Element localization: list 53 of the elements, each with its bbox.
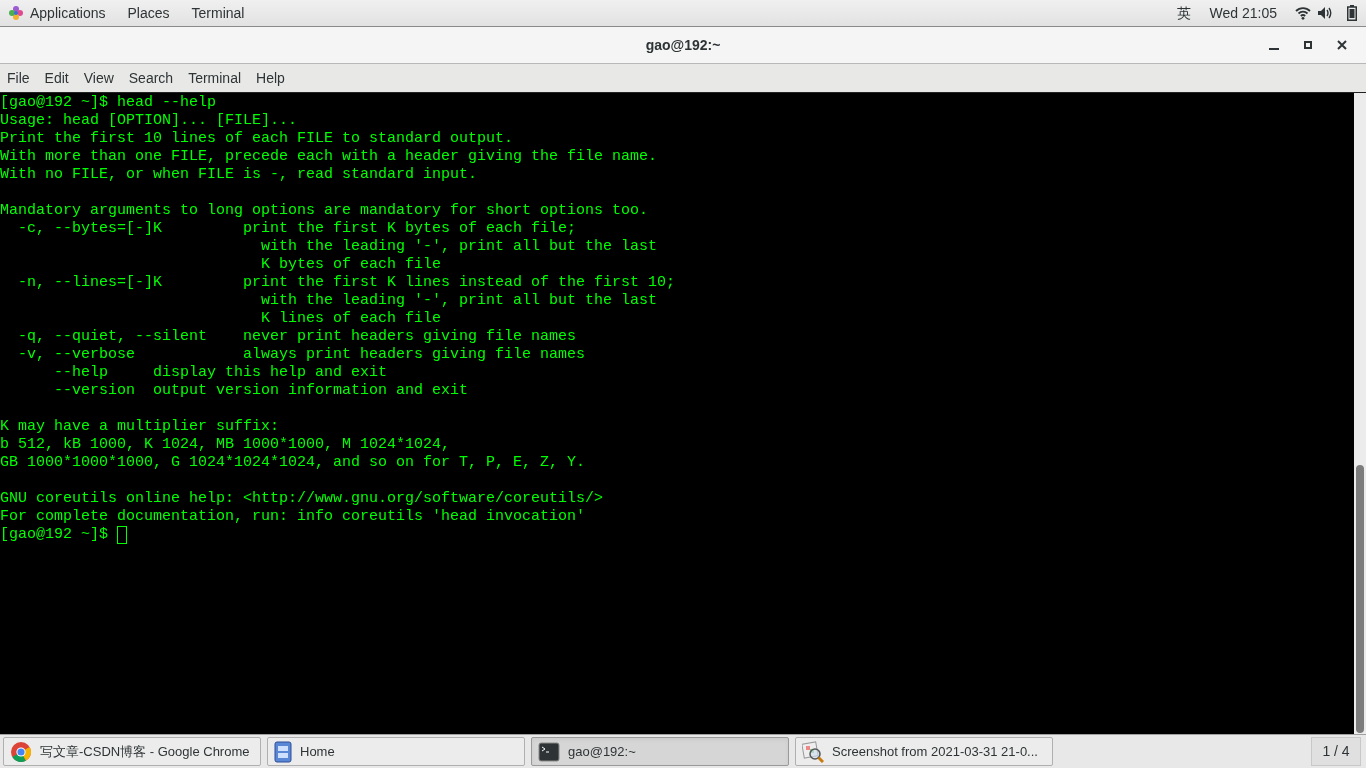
terminal-line: K bytes of each file bbox=[260, 256, 442, 274]
terminal-line: With no FILE, or when FILE is -, read standard input. bbox=[0, 166, 478, 184]
terminal-line: Usage: head [OPTION]... [FILE]... bbox=[0, 112, 298, 130]
workspace-indicator[interactable]: 1 / 4 bbox=[1311, 737, 1361, 766]
menu-item[interactable]: Search bbox=[128, 67, 174, 89]
image-viewer-icon bbox=[802, 740, 824, 763]
flower-logo-icon bbox=[8, 5, 24, 21]
terminal-line: [gao@192 ~]$ head --help bbox=[0, 94, 217, 112]
scrollbar[interactable] bbox=[1354, 93, 1366, 734]
terminal-line: --version output version information and exit bbox=[53, 382, 469, 400]
file-cabinet-icon bbox=[274, 740, 292, 763]
terminal-line: with the leading '-', print all but the last bbox=[260, 238, 658, 256]
close-icon bbox=[1337, 40, 1347, 50]
clock[interactable]: Wed 21:05 bbox=[1209, 2, 1277, 24]
menu-item[interactable]: Help bbox=[256, 67, 285, 89]
taskbar-button[interactable]: Screenshot from 2021-03-31 21-0... bbox=[795, 737, 1053, 766]
window-title: gao@192:~ bbox=[645, 35, 721, 55]
battery-icon[interactable] bbox=[1347, 5, 1357, 21]
terminal-line: Print the first 10 lines of each FILE to standard output. bbox=[0, 130, 514, 148]
scrollbar-thumb[interactable] bbox=[1356, 465, 1364, 733]
terminal-line: K lines of each file bbox=[260, 310, 442, 328]
terminal-line: Mandatory arguments to long options are mandatory for short options too. bbox=[0, 202, 649, 220]
maximize-icon bbox=[1304, 41, 1312, 49]
terminal-line: -n, --lines=[-]K print the first K lines instead of the first 10; bbox=[17, 274, 676, 292]
menu-item[interactable]: View bbox=[83, 67, 114, 89]
taskbar-button[interactable]: gao@192:~ bbox=[531, 737, 789, 766]
terminal-line: GB 1000*1000*1000, G 1024*1024*1024, and so on for T, P, E, Z, Y. bbox=[0, 454, 586, 472]
terminal-line: b 512, kB 1000, K 1024, MB 1000*1000, M 1024*1024, bbox=[0, 436, 451, 454]
wifi-icon[interactable] bbox=[1295, 6, 1311, 20]
taskbar-button[interactable]: 写文章-CSDN博客 - Google Chrome bbox=[3, 737, 261, 766]
input-method-indicator[interactable]: 英 bbox=[1176, 2, 1191, 24]
volume-icon[interactable] bbox=[1317, 6, 1333, 20]
terminal-line: GNU coreutils online help: <http://www.gnu.org/software/coreutils/> bbox=[0, 490, 604, 508]
terminal-icon bbox=[538, 741, 560, 762]
terminal-line: with the leading '-', print all but the last bbox=[260, 292, 658, 310]
menu-item[interactable]: File bbox=[7, 67, 30, 89]
terminal-line: -c, --bytes=[-]K print the first K bytes of each file; bbox=[17, 220, 577, 238]
menu-item[interactable]: Terminal bbox=[188, 67, 242, 89]
top-bar-menu[interactable]: Places bbox=[127, 2, 170, 24]
taskbar-button[interactable]: Home bbox=[267, 737, 525, 766]
minimize-icon bbox=[1269, 47, 1279, 50]
menu-item[interactable]: Edit bbox=[44, 67, 69, 89]
terminal-line: For complete documentation, run: info coreutils 'head invocation' bbox=[0, 508, 586, 526]
terminal-line: With more than one FILE, precede each with a header giving the file name. bbox=[0, 148, 658, 166]
terminal-line: K may have a multiplier suffix: bbox=[0, 418, 280, 436]
terminal-prompt: [gao@192 ~]$ bbox=[0, 526, 110, 544]
terminal-line: --help display this help and exit bbox=[53, 364, 388, 382]
browser-icon bbox=[10, 740, 32, 763]
top-bar-menu[interactable]: Terminal bbox=[191, 2, 245, 24]
top-bar-menu[interactable]: Applications bbox=[30, 2, 106, 24]
terminal-line: -q, --quiet, --silent never print headers giving file names bbox=[17, 328, 577, 346]
terminal-line: -v, --verbose always print headers giving file names bbox=[17, 346, 586, 364]
text-cursor bbox=[117, 526, 128, 544]
